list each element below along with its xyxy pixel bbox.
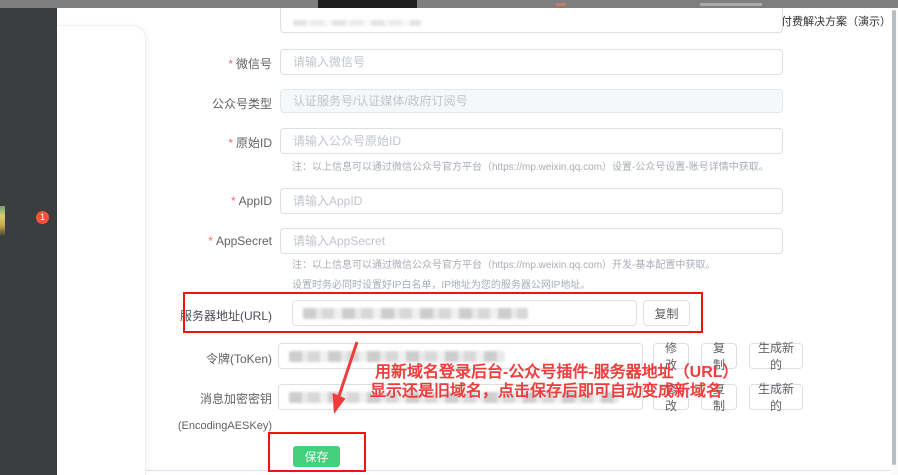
required-mark: * [228, 136, 233, 150]
appsecret-note: 注：以上信息可以通过微信公众号官方平台（https://mp.weixin.qq… [292, 256, 715, 271]
aeskey-label: 消息加密密钥 [140, 390, 272, 407]
top-strip-mark [556, 3, 566, 6]
scrollbar-thumb[interactable] [892, 10, 896, 465]
annotation-line2: 显示还是旧域名，点击保存后即可自动变成新域名 [370, 377, 722, 401]
token-label: 令牌(ToKen) [140, 350, 272, 367]
message-badge: 1 [36, 211, 49, 224]
wechat-id-input[interactable] [280, 49, 783, 75]
submenu-panel [57, 25, 146, 475]
token-generate-button[interactable]: 生成新的 [749, 343, 803, 369]
account-type-input [280, 89, 783, 113]
appid-input[interactable] [280, 188, 783, 214]
appid-label: *AppID [140, 194, 272, 208]
server-url-copy-button[interactable]: 复制 [643, 300, 690, 326]
appsecret-label: *AppSecret [140, 234, 272, 248]
save-button[interactable]: 保存 [293, 446, 340, 467]
blurred-value [303, 308, 528, 319]
server-url-field[interactable] [292, 300, 637, 326]
aeskey-generate-button[interactable]: 生成新的 [749, 384, 803, 410]
wechat-id-label: *微信号 [140, 55, 272, 72]
appsecret-input[interactable] [280, 228, 783, 254]
red-arrow-down-icon [318, 338, 370, 420]
partial-input-top[interactable] [280, 5, 783, 33]
original-id-label: *原始ID [140, 134, 272, 151]
browser-top-strip [0, 0, 898, 8]
top-strip-mark [700, 3, 762, 6]
server-url-label: 服务器地址(URL) [140, 307, 272, 324]
main-sidebar [0, 8, 57, 475]
browser-tab-fragment [318, 0, 417, 8]
bottom-divider [57, 470, 898, 471]
edge-artifact [0, 206, 5, 236]
required-mark: * [231, 194, 236, 208]
aeskey-sublabel: (EncodingAESKey) [140, 420, 272, 432]
ip-whitelist-note: 设置时务必同时设置好IP白名单，IP地址为您的服务器公网IP地址。 [292, 276, 590, 291]
original-id-input[interactable] [280, 128, 783, 154]
account-type-label: 公众号类型 [140, 95, 272, 112]
required-mark: * [228, 57, 233, 71]
original-id-note: 注：以上信息可以通过微信公众号官方平台（https://mp.weixin.qq… [292, 158, 769, 173]
required-mark: * [208, 234, 213, 248]
blurred-value [293, 20, 421, 26]
